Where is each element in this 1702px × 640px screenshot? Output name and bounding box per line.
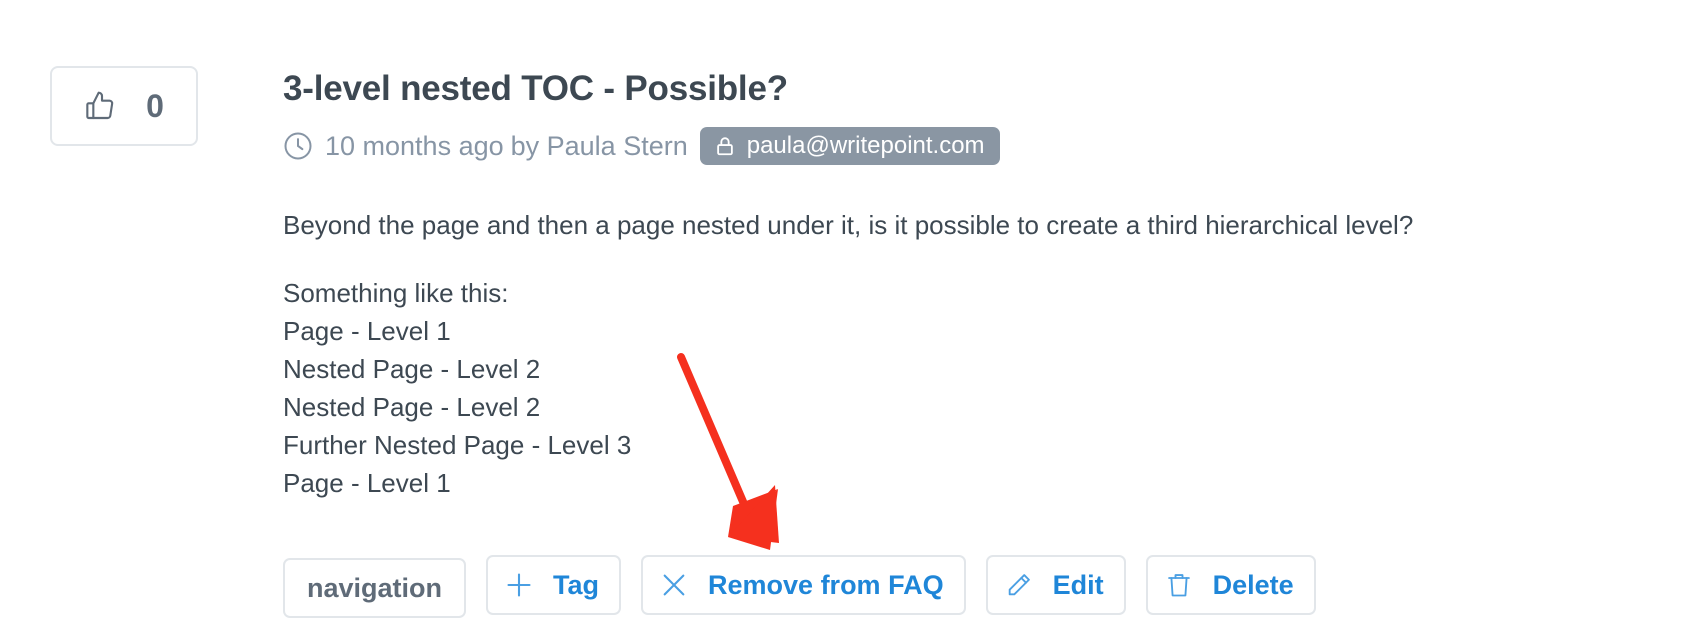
body-line: Nested Page - Level 2: [283, 392, 541, 422]
clock-icon: [283, 131, 313, 161]
body-line: Something like this:: [283, 278, 509, 308]
vote-count: 0: [146, 87, 164, 124]
body-line: Page - Level 1: [283, 316, 451, 346]
author-email: paula@writepoint.com: [746, 132, 985, 159]
delete-label: Delete: [1212, 569, 1294, 600]
close-icon: [660, 571, 688, 599]
edit-button[interactable]: Edit: [985, 555, 1126, 615]
body-line: Further Nested Page - Level 3: [283, 430, 632, 460]
post-meta: 10 months ago by Paula Stern paula@write…: [283, 126, 1663, 166]
thumbs-up-icon: [84, 90, 116, 122]
plus-icon: [505, 571, 533, 599]
post-author: by Paula Stern: [510, 130, 688, 161]
delete-button[interactable]: Delete: [1145, 555, 1316, 615]
add-tag-label: Tag: [553, 569, 600, 600]
body-line: Nested Page - Level 2: [283, 354, 541, 384]
post-time: 10 months ago: [325, 130, 504, 161]
remove-from-faq-label: Remove from FAQ: [708, 569, 944, 600]
question-page: 0 3-level nested TOC - Possible? 10 mont…: [0, 0, 1702, 640]
post-content: 3-level nested TOC - Possible? 10 months…: [283, 62, 1663, 502]
edit-label: Edit: [1052, 569, 1104, 600]
post-paragraph: Beyond the page and then a page nested u…: [283, 210, 1414, 240]
lock-icon: [714, 135, 736, 157]
tag-chip-navigation[interactable]: navigation: [283, 558, 467, 618]
remove-from-faq-button[interactable]: Remove from FAQ: [641, 555, 966, 615]
upvote-button[interactable]: 0: [50, 66, 198, 146]
post-body: Beyond the page and then a page nested u…: [283, 206, 1663, 502]
author-email-badge: paula@writepoint.com: [699, 127, 1000, 165]
body-line: Page - Level 1: [283, 468, 451, 498]
pencil-icon: [1005, 571, 1033, 599]
post-paragraph-list: Something like this: Page - Level 1 Nest…: [283, 274, 1663, 502]
trash-icon: [1165, 571, 1193, 599]
post-title: 3-level nested TOC - Possible?: [283, 69, 788, 108]
post-actions: navigation Tag Remove from FAQ Edit Dele…: [283, 555, 1336, 618]
add-tag-button[interactable]: Tag: [486, 555, 622, 615]
